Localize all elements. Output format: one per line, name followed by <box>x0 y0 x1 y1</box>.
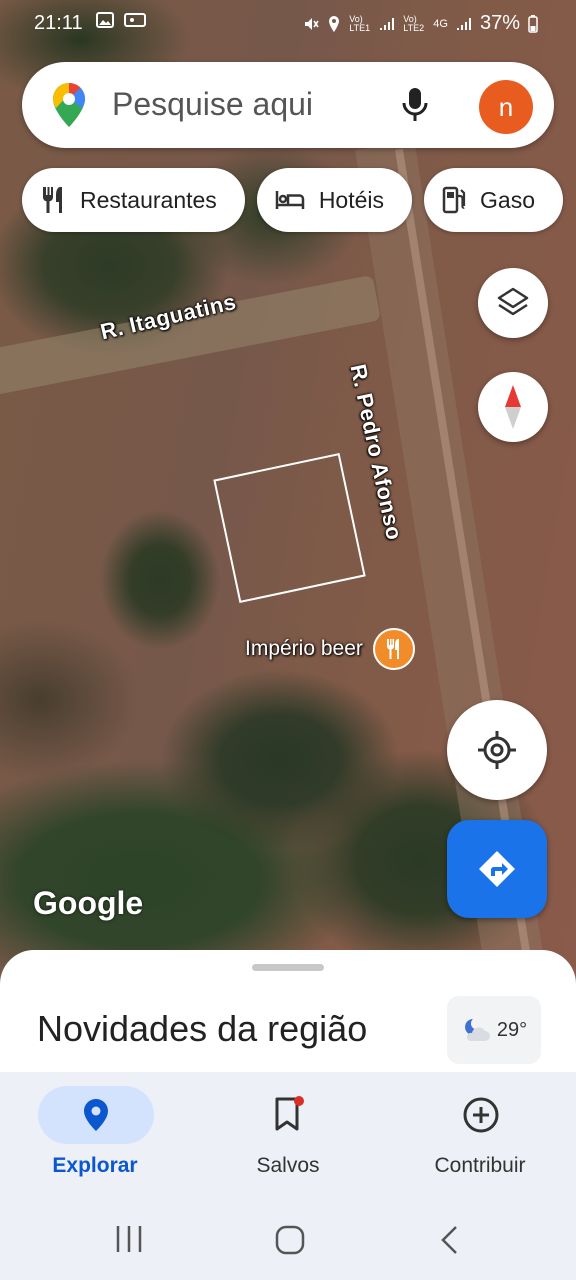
layers-icon <box>497 287 529 316</box>
recent-apps-button[interactable] <box>114 1224 144 1259</box>
restaurant-icon <box>372 628 415 670</box>
mute-icon <box>305 17 319 30</box>
my-location-icon <box>478 731 516 769</box>
signal-1-icon <box>380 17 395 30</box>
nav-label-explorar: Explorar <box>52 1154 138 1177</box>
sheet-title: Novidades da região <box>37 1008 368 1049</box>
directions-icon <box>479 851 515 887</box>
sheet-drag-handle[interactable] <box>252 964 324 971</box>
poi-imperio-beer[interactable]: Império beer <box>245 628 415 670</box>
my-location-button[interactable] <box>447 700 547 800</box>
restaurant-icon <box>40 186 66 214</box>
nav-label-salvos: Salvos <box>256 1154 320 1177</box>
add-circle-icon <box>463 1097 499 1133</box>
selected-parcel-outline[interactable] <box>213 452 366 604</box>
layers-button[interactable] <box>478 268 548 338</box>
google-maps-logo-icon <box>52 82 86 133</box>
chip-restaurantes[interactable]: Restaurantes <box>22 168 245 232</box>
temperature: 29° <box>496 1018 528 1041</box>
network-type: 4G <box>433 17 448 30</box>
recents-icon <box>116 1226 142 1252</box>
nav-salvos[interactable]: Salvos <box>193 1072 383 1202</box>
nav-label-contribuir: Contribuir <box>434 1154 526 1177</box>
hotel-icon <box>275 189 305 211</box>
signal-2-icon <box>456 17 471 30</box>
status-bar: 21:11 Vo) LTE1 Vo) LTE2 4G 37% <box>0 0 576 48</box>
chip-gas-station[interactable]: Gaso <box>424 168 563 232</box>
chip-hoteis[interactable]: Hotéis <box>256 168 413 232</box>
sim2-label: Vo) LTE2 <box>403 13 425 33</box>
battery-percent: 37% <box>479 12 520 34</box>
compass-icon <box>505 385 521 429</box>
chip-label: Restaurantes <box>80 186 217 213</box>
nav-contribuir[interactable]: Contribuir <box>385 1072 575 1202</box>
notification-icons <box>96 12 147 33</box>
status-time: 21:11 <box>34 12 83 34</box>
home-button[interactable] <box>274 1224 306 1261</box>
status-right-icons: Vo) LTE1 Vo) LTE2 4G 37% <box>303 12 538 35</box>
gallery-notification-icon <box>124 13 147 27</box>
road-itaguatins <box>0 274 382 401</box>
gas-station-icon <box>442 186 466 214</box>
night-cloud-icon <box>464 1019 490 1041</box>
account-avatar[interactable]: n <box>479 80 533 134</box>
compass-button[interactable] <box>478 372 548 442</box>
bookmark-icon <box>275 1096 304 1131</box>
nav-icon-container <box>423 1086 539 1144</box>
image-notification-icon <box>96 12 114 28</box>
google-attribution: Google <box>33 885 144 921</box>
poi-label: Império beer <box>245 637 363 660</box>
nav-active-indicator <box>38 1086 154 1144</box>
explore-pin-icon <box>84 1099 108 1131</box>
chip-label: Gaso <box>480 186 535 213</box>
weather-badge[interactable]: 29° <box>447 996 541 1064</box>
back-icon <box>441 1226 457 1254</box>
battery-icon <box>528 14 538 33</box>
nav-explorar[interactable]: Explorar <box>0 1072 190 1202</box>
bottom-navigation: Explorar Salvos Contribuir <box>0 1072 576 1202</box>
location-icon <box>329 15 340 32</box>
directions-button[interactable] <box>447 820 547 918</box>
system-navigation-bar <box>0 1202 576 1280</box>
search-bar[interactable]: Pesquise aqui n <box>22 62 554 148</box>
back-button[interactable] <box>438 1224 462 1261</box>
microphone-icon[interactable] <box>400 86 430 129</box>
home-icon <box>275 1225 305 1255</box>
chip-label: Hotéis <box>318 186 385 213</box>
nav-icon-container <box>231 1086 347 1144</box>
category-chips: Restaurantes Hotéis Gaso <box>22 168 563 232</box>
search-input[interactable]: Pesquise aqui <box>112 86 313 123</box>
sim1-label: Vo) LTE1 <box>349 13 371 33</box>
